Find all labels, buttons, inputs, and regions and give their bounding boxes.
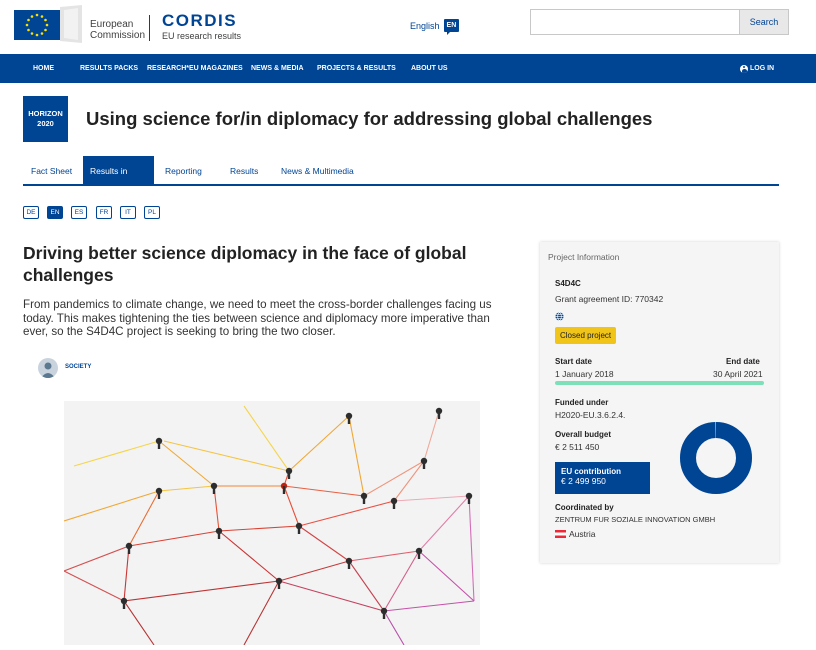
tabs-underline — [23, 184, 779, 186]
programme-line2: 2020 — [37, 119, 54, 128]
coordinated-by-label: Coordinated by — [555, 503, 614, 512]
society-tag[interactable]: SOCIETY — [65, 364, 91, 370]
european-commission-logo[interactable] — [14, 5, 84, 43]
budget-donut-chart — [679, 421, 753, 495]
cordis-logo[interactable]: CORDIS — [162, 11, 237, 31]
article-lead: From pandemics to climate change, we nee… — [23, 298, 492, 338]
eu-contribution-label: EU contribution — [561, 467, 621, 476]
nav-news-media[interactable]: NEWS & MEDIA — [251, 54, 304, 83]
language-link-fr[interactable]: FR — [96, 206, 112, 219]
nav-home[interactable]: HOME — [33, 54, 54, 83]
article-title: Driving better science diplomacy in the … — [23, 243, 467, 285]
language-link-en[interactable]: EN — [47, 206, 63, 219]
ec-line1: European — [90, 19, 134, 30]
tab-results-in-brief[interactable]: Results in Brief — [83, 156, 154, 206]
funded-under[interactable]: H2020-EU.3.6.2.4. — [555, 410, 625, 420]
language-label: English — [410, 20, 440, 31]
grant-agreement-id: Grant agreement ID: 770342 — [555, 294, 664, 304]
donut-eu-share — [680, 422, 752, 494]
nav-about-us[interactable]: ABOUT US — [411, 54, 448, 83]
cordis-subtitle: EU research results — [162, 31, 242, 41]
end-date: 30 April 2021 — [713, 369, 763, 379]
language-link-pl[interactable]: PL — [144, 206, 160, 219]
language-code-badge: EN — [443, 19, 460, 35]
language-link-de[interactable]: DE — [23, 206, 39, 219]
search-button[interactable]: Search — [740, 9, 789, 35]
eu-contribution-box: EU contribution € 2 499 950 — [555, 462, 650, 494]
horizon-2020-badge: HORIZON 2020 — [23, 96, 68, 142]
funded-under-label: Funded under — [555, 398, 609, 407]
programme-line1: HORIZON — [28, 109, 63, 118]
coordinator-country: Austria — [569, 529, 596, 539]
nav-projects-results[interactable]: PROJECTS & RESULTS — [317, 54, 396, 83]
globe-icon[interactable] — [555, 308, 564, 326]
project-info-heading: Project Information — [548, 252, 620, 262]
login-link[interactable]: LOG IN — [740, 54, 774, 83]
main-navigation: HOME RESULTS PACKS RESEARCH*EU MAGAZINES… — [0, 54, 816, 83]
eu-contribution: € 2 499 950 — [561, 476, 606, 486]
search-input[interactable] — [530, 9, 740, 35]
language-link-es[interactable]: ES — [71, 206, 87, 219]
start-date-label: Start date — [555, 357, 592, 366]
overall-budget: € 2 511 450 — [555, 442, 600, 452]
tab-reporting[interactable]: Reporting — [158, 156, 209, 184]
nav-research-eu-magazines[interactable]: RESEARCH*EU MAGAZINES — [147, 54, 243, 83]
nav-results-packs[interactable]: RESULTS PACKS — [80, 54, 138, 83]
ec-wordmark: European Commission — [90, 19, 145, 41]
network-illustration-image — [63, 401, 480, 646]
tab-results[interactable]: Results — [223, 156, 265, 184]
ec-line2: Commission — [90, 30, 146, 41]
project-status-badge: Closed project — [555, 327, 617, 344]
tab-fact-sheet[interactable]: Fact Sheet — [24, 156, 79, 184]
tab-news-multimedia[interactable]: News & Multimedia — [274, 156, 361, 184]
header-divider — [149, 15, 150, 41]
language-link-it[interactable]: IT — [120, 206, 136, 219]
start-date: 1 January 2018 — [555, 369, 614, 379]
overall-budget-label: Overall budget — [555, 430, 612, 439]
coordinator-name[interactable]: ZENTRUM FUR SOZIALE INNOVATION GMBH — [555, 515, 715, 524]
project-timeline-bar — [555, 381, 764, 385]
user-icon — [740, 64, 748, 73]
page-title: Using science for/in diplomacy for addre… — [86, 108, 653, 129]
language-selector[interactable]: English EN — [410, 19, 460, 35]
login-label: LOG IN — [750, 65, 775, 72]
society-tag-icon[interactable] — [38, 358, 58, 378]
end-date-label: End date — [726, 357, 760, 366]
project-acronym: S4D4C — [555, 279, 581, 288]
austria-flag-icon — [555, 530, 566, 538]
